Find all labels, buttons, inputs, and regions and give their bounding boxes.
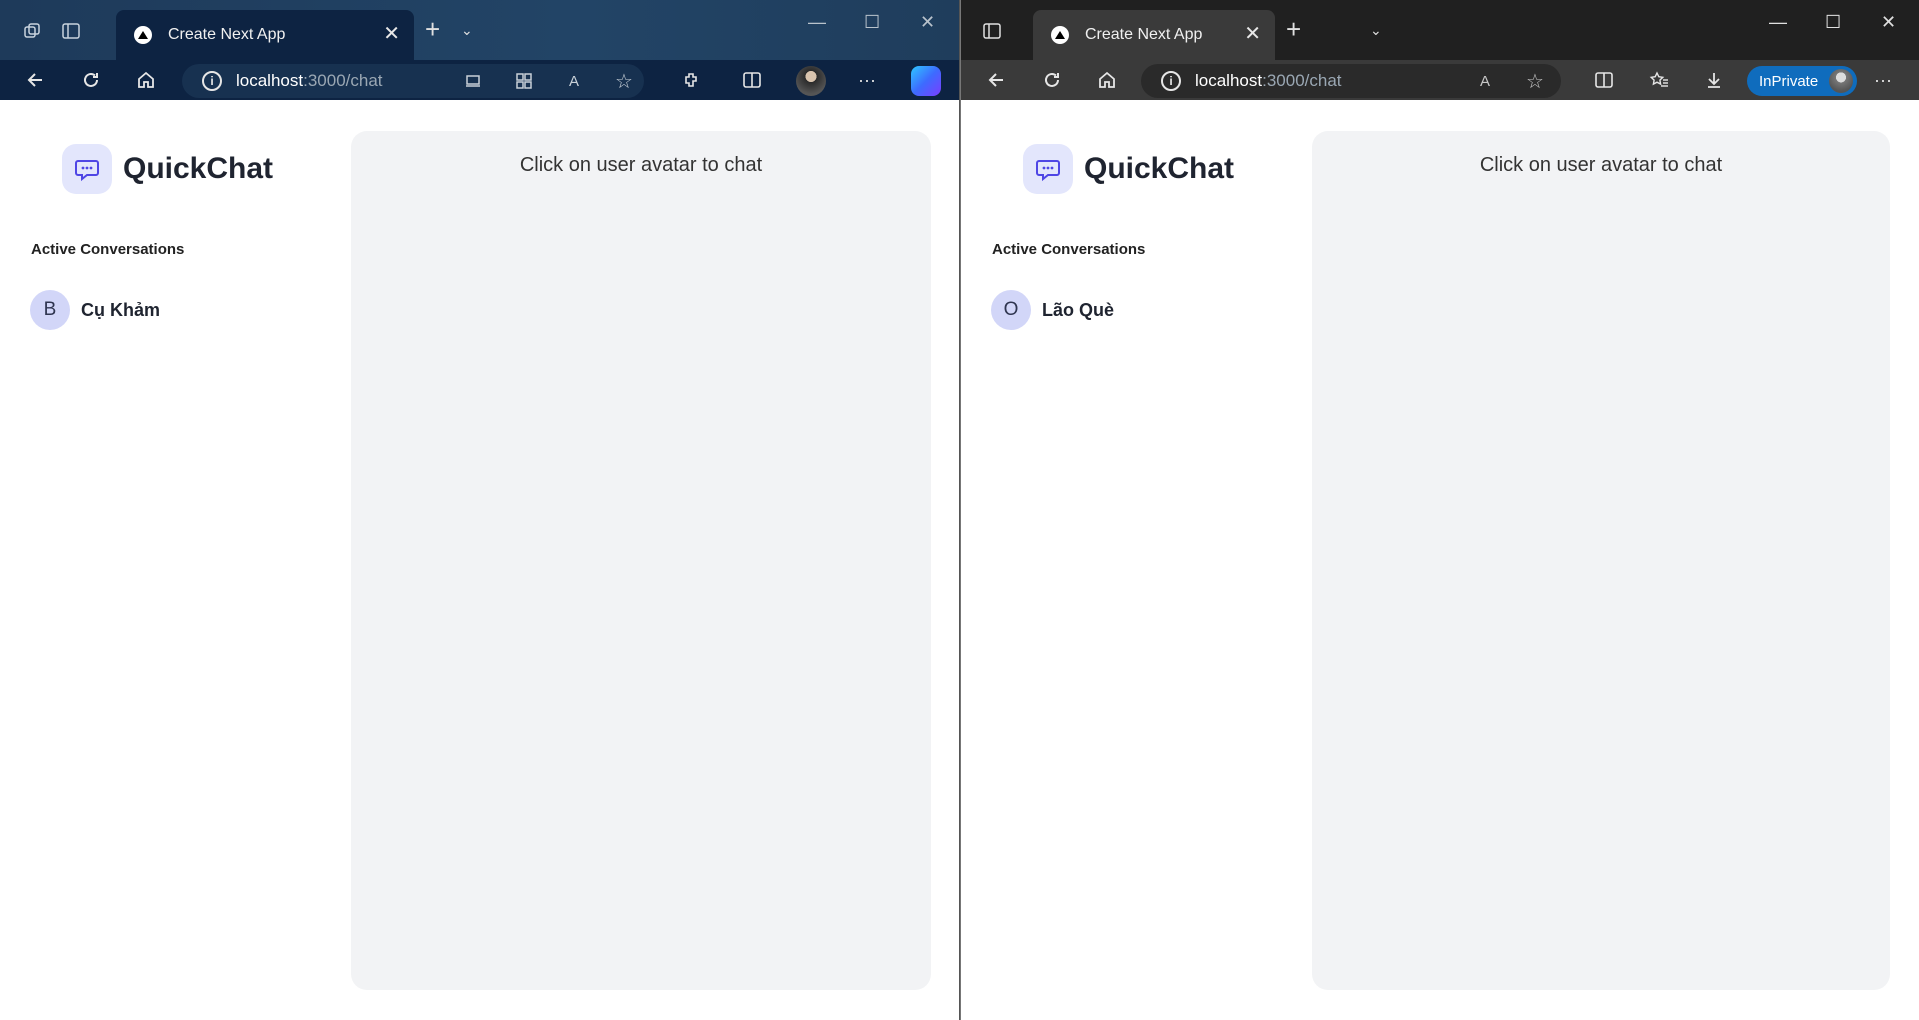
favorite-star-icon[interactable]: ☆ xyxy=(612,69,636,93)
quickchat-page: QuickChat Active Conversations O Lão Què… xyxy=(961,100,1919,1020)
close-tab-icon[interactable]: ✕ xyxy=(383,24,400,44)
close-tab-icon[interactable]: ✕ xyxy=(1244,24,1261,44)
minimize-icon[interactable]: — xyxy=(808,12,826,33)
chat-bubble-icon xyxy=(62,144,112,194)
url-path: :3000/chat xyxy=(1262,71,1342,90)
user-avatar[interactable]: B xyxy=(30,290,70,330)
home-icon[interactable] xyxy=(1095,68,1119,92)
maximize-icon[interactable]: ☐ xyxy=(1825,12,1841,33)
profile-avatar xyxy=(1829,69,1853,93)
downloads-icon[interactable] xyxy=(1702,68,1726,92)
inprivate-label: InPrivate xyxy=(1759,72,1819,90)
back-icon[interactable] xyxy=(24,68,48,92)
home-icon[interactable] xyxy=(134,68,158,92)
address-bar[interactable]: i localhost:3000/chat A ☆ xyxy=(1141,64,1561,98)
browser-window-right: Create Next App ✕ + ⌄ — ☐ ✕ i localhost:… xyxy=(960,0,1919,1020)
close-window-icon[interactable]: ✕ xyxy=(920,12,935,33)
favorites-icon[interactable] xyxy=(1647,68,1671,92)
new-tab-icon[interactable]: + xyxy=(425,16,440,42)
chat-bubble-icon xyxy=(1023,144,1073,194)
chat-panel: Click on user avatar to chat xyxy=(351,131,931,990)
tab-actions-icon[interactable] xyxy=(979,18,1005,44)
chevron-down-icon[interactable]: ⌄ xyxy=(461,22,473,39)
conversation-item[interactable]: B Cụ Khảm xyxy=(30,290,160,330)
favorite-star-icon[interactable]: ☆ xyxy=(1523,69,1547,93)
navigation-bar: i localhost:3000/chat A ☆ ··· xyxy=(0,60,959,100)
minimize-icon[interactable]: — xyxy=(1769,12,1787,33)
desktop: Create Next App ✕ + ⌄ — ☐ ✕ i localhost:… xyxy=(0,0,1919,1020)
user-avatar[interactable]: O xyxy=(991,290,1031,330)
apps-icon[interactable] xyxy=(512,69,536,93)
conversation-name: Cụ Khảm xyxy=(81,299,161,320)
brand-name: QuickChat xyxy=(1084,152,1235,185)
url-host: localhost xyxy=(1195,71,1263,90)
maximize-icon[interactable]: ☐ xyxy=(864,12,880,33)
tab-title: Create Next App xyxy=(1085,26,1203,43)
conversation-name: Lão Què xyxy=(1042,299,1115,320)
address-bar[interactable]: i localhost:3000/chat A ☆ xyxy=(182,64,644,98)
conversation-item[interactable]: O Lão Què xyxy=(991,290,1114,330)
quickchat-page: QuickChat Active Conversations B Cụ Khảm… xyxy=(0,100,959,1020)
title-bar: Create Next App ✕ + ⌄ — ☐ ✕ xyxy=(0,0,959,60)
read-aloud-icon[interactable]: A xyxy=(1473,69,1497,93)
brand: QuickChat xyxy=(62,144,273,194)
nextjs-favicon-icon xyxy=(134,26,152,44)
chevron-down-icon[interactable]: ⌄ xyxy=(1370,22,1382,39)
nextjs-favicon-icon xyxy=(1051,26,1069,44)
inprivate-button[interactable]: InPrivate xyxy=(1747,66,1857,96)
active-conversations-heading: Active Conversations xyxy=(992,241,1146,258)
more-options-icon[interactable]: ··· xyxy=(855,68,879,92)
tab-title: Create Next App xyxy=(168,26,286,43)
new-tab-icon[interactable]: + xyxy=(1286,16,1301,42)
tab-create-next-app[interactable]: Create Next App ✕ xyxy=(1033,10,1275,60)
title-bar: Create Next App ✕ + ⌄ — ☐ ✕ xyxy=(961,0,1919,60)
tab-actions-icon[interactable] xyxy=(58,18,84,44)
copilot-icon[interactable] xyxy=(911,66,941,96)
close-window-icon[interactable]: ✕ xyxy=(1881,12,1896,33)
url-host: localhost xyxy=(236,71,304,90)
refresh-icon[interactable] xyxy=(79,68,103,92)
browser-window-left: Create Next App ✕ + ⌄ — ☐ ✕ i localhost:… xyxy=(0,0,960,1020)
more-options-icon[interactable]: ··· xyxy=(1871,68,1895,92)
active-conversations-heading: Active Conversations xyxy=(31,241,185,258)
split-screen-icon[interactable] xyxy=(740,68,764,92)
refresh-icon[interactable] xyxy=(1040,68,1064,92)
brand: QuickChat xyxy=(1023,144,1234,194)
extensions-icon[interactable] xyxy=(680,68,704,92)
site-info-icon[interactable]: i xyxy=(1161,71,1181,91)
site-info-icon[interactable]: i xyxy=(202,71,222,91)
navigation-bar: i localhost:3000/chat A ☆ InPrivate ··· xyxy=(961,60,1919,100)
tab-create-next-app[interactable]: Create Next App ✕ xyxy=(116,10,414,60)
profile-avatar[interactable] xyxy=(796,66,826,96)
split-screen-icon[interactable] xyxy=(1592,68,1616,92)
chat-placeholder: Click on user avatar to chat xyxy=(519,154,763,176)
chat-placeholder: Click on user avatar to chat xyxy=(1479,154,1723,176)
read-aloud-icon[interactable]: A xyxy=(562,69,586,93)
back-icon[interactable] xyxy=(985,68,1009,92)
url-path: :3000/chat xyxy=(303,71,383,90)
brand-name: QuickChat xyxy=(123,152,274,185)
workspaces-icon[interactable] xyxy=(20,18,46,44)
device-icon[interactable] xyxy=(462,69,486,93)
chat-panel: Click on user avatar to chat xyxy=(1312,131,1890,990)
